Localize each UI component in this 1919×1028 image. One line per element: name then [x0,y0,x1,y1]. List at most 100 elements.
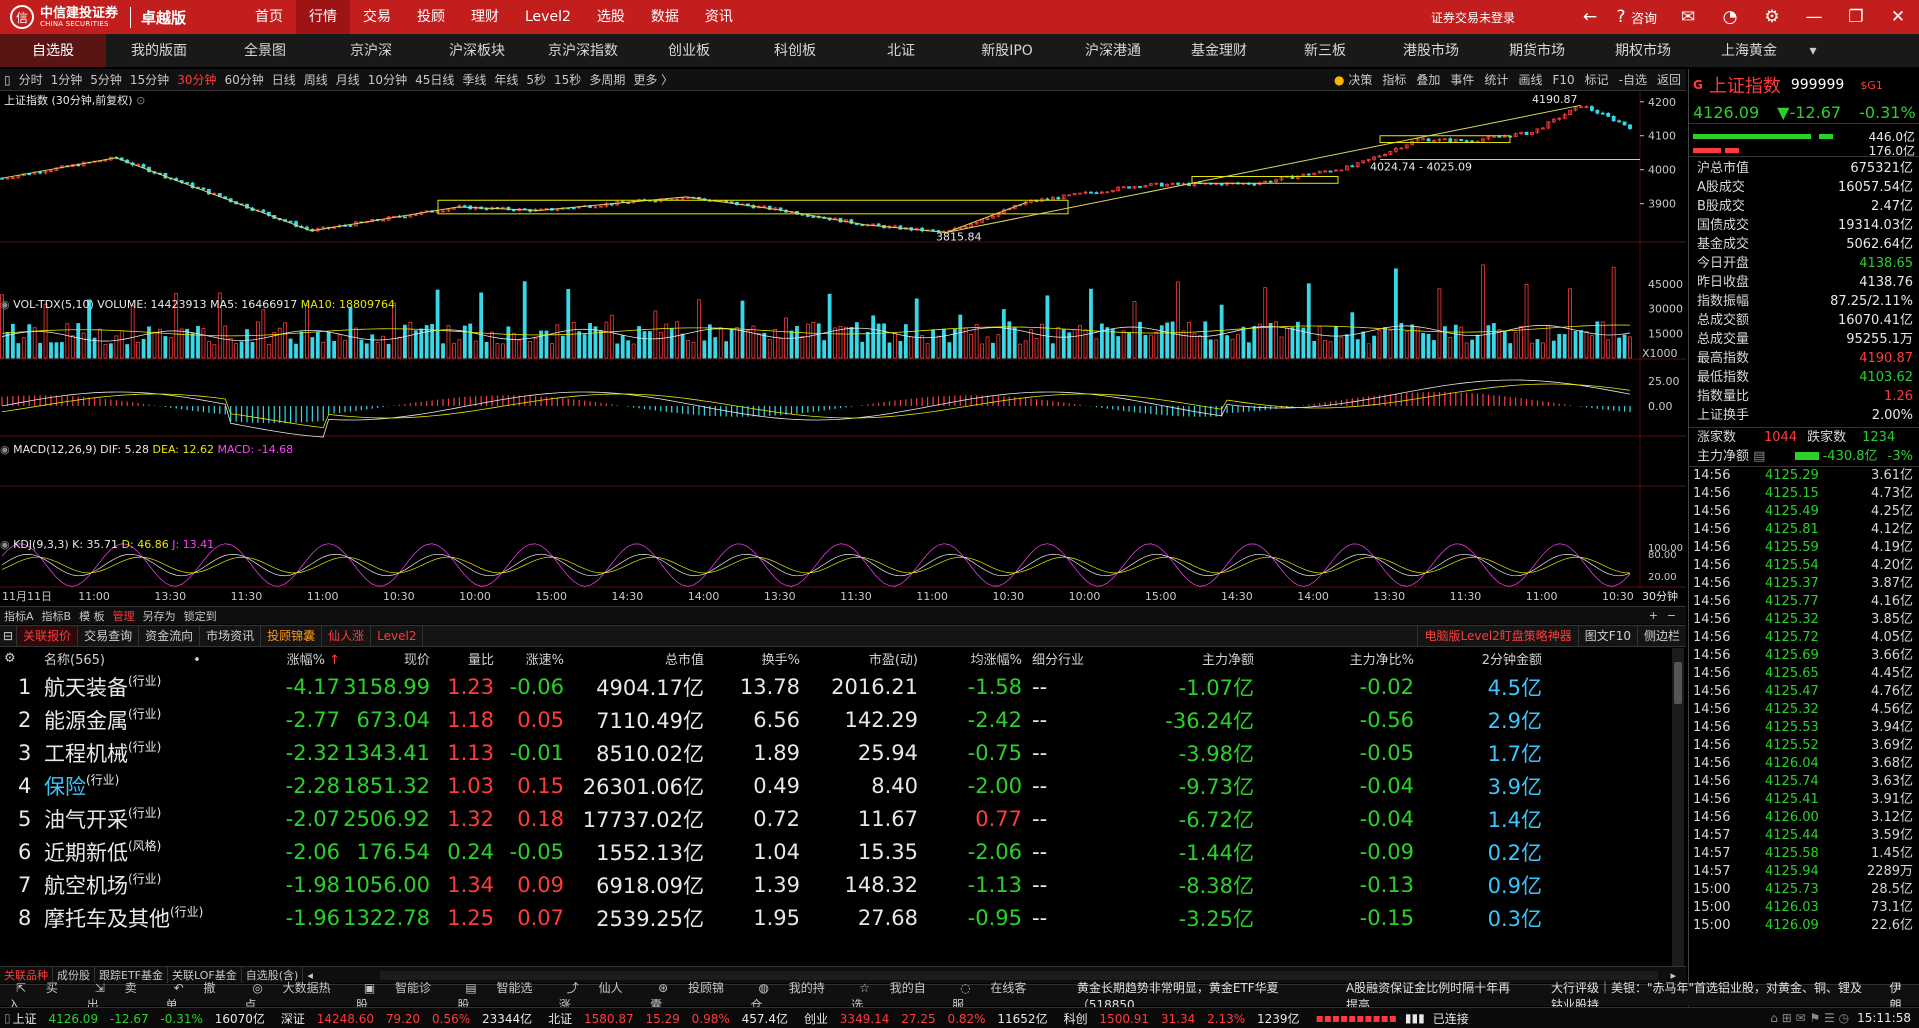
pie-chart-icon[interactable]: ◔ [1709,7,1751,27]
chart-options-icon[interactable]: ⊙ [136,94,145,107]
mkt-tab-sectors[interactable]: 沪深板块 [424,34,530,67]
mkt-tab-watchlist[interactable]: 自选股 [0,34,106,67]
mkt-tab-neeq[interactable]: 新三板 [1272,34,1378,67]
tool-overlay[interactable]: 叠加 [1411,69,1445,91]
minimize-icon[interactable]: — [1793,7,1835,27]
tool-indicator[interactable]: 指标 [1377,69,1411,91]
table-row[interactable]: 7 航空机场(行业) -1.98 1056.00 1.34 0.09 6918.09亿 1.3… [0,868,1672,901]
row-name[interactable]: 航空机场(行业) [44,870,278,900]
col-main-flow[interactable]: 主力净额 [1152,649,1254,668]
row-name[interactable]: 工程机械(行业) [44,738,278,768]
close-icon[interactable]: ✕ [1877,7,1919,27]
consult-button[interactable]: 咨询 [1631,8,1657,27]
index-sh[interactable]: 上证 4126.09 -12.67 -0.31% 16070亿 [13,1010,273,1027]
period-5min[interactable]: 5分钟 [86,69,126,91]
period-weekly[interactable]: 周线 [300,69,332,91]
tab-market-news[interactable]: 市场资讯 [200,626,262,646]
collapse-icon[interactable]: ⊟ [0,626,18,646]
remove-icon[interactable]: − [1663,609,1680,622]
sidebar-tab[interactable]: 侧边栏 [1636,626,1686,646]
period-yearly[interactable]: 年线 [490,69,522,91]
period-more[interactable]: 更多 〉 [629,69,677,91]
nav-advisor[interactable]: 投顾 [404,0,458,34]
indicator-a-tab[interactable]: 指标A [0,608,38,624]
col-mktcap[interactable]: 总市值 [564,649,704,668]
tab-xianrenzhang[interactable]: 仙人涨 [322,626,372,646]
nav-data[interactable]: 数据 [638,0,692,34]
row-name[interactable]: 航天装备(行业) [44,672,278,702]
tab-advisor-kit[interactable]: 投顾锦囊 [261,626,323,646]
settings-icon[interactable]: ⚙ [0,651,44,666]
more-markets-chevron-icon[interactable]: ▾ [1802,34,1824,67]
period-5sec[interactable]: 5秒 [522,69,550,91]
mail-icon[interactable]: ✉ [1667,7,1709,27]
row-name[interactable]: 油气开采(行业) [44,804,278,834]
status-tools-icons[interactable]: ⌂ ⊞ ✉ ⚑ ☰ ◷ [1770,1011,1849,1025]
nav-level2[interactable]: Level2 [512,0,584,34]
row-name[interactable]: 摩托车及其他(行业) [44,903,278,933]
tool-back[interactable]: 返回 [1652,69,1686,91]
row-name[interactable]: 近期新低(风格) [44,837,278,867]
table-row[interactable]: 1 航天装备(行业) -4.17 3158.99 1.23 -0.06 4904.17亿 13… [0,670,1672,703]
tab-fund-flow[interactable]: 资金流向 [139,626,201,646]
scroll-thumb[interactable] [1674,662,1682,704]
col-speed[interactable]: 涨速% [494,649,564,668]
mkt-tab-bj-sh-sz[interactable]: 京沪深 [318,34,424,67]
period-1min[interactable]: 1分钟 [47,69,87,91]
mkt-tab-funds[interactable]: 基金理财 [1166,34,1272,67]
period-15sec[interactable]: 15秒 [550,69,585,91]
login-status[interactable]: 证券交易未登录 [1431,9,1515,26]
col-industry[interactable]: 细分行业 [1022,649,1152,668]
mkt-tab-futures[interactable]: 期货市场 [1484,34,1590,67]
settings-icon[interactable]: ⚙ [1751,7,1793,27]
table-row[interactable]: 4 保险(行业) -2.28 1851.32 1.03 0.15 26301.06亿 0.49… [0,769,1672,802]
restore-icon[interactable]: ❐ [1835,7,1877,27]
nav-trade[interactable]: 交易 [350,0,404,34]
tool-draw[interactable]: 画线 [1513,69,1547,91]
col-2min-amount[interactable]: 2分钟金额 [1414,649,1542,668]
lock-to-tab[interactable]: 锁定到 [180,608,221,624]
col-pct[interactable]: 涨幅% ↑ [278,649,340,668]
table-row[interactable]: 2 能源金属(行业) -2.77 673.04 1.18 0.05 7110.49亿 6.56… [0,703,1672,736]
mkt-tab-star[interactable]: 科创板 [742,34,848,67]
table-row[interactable]: 5 油气开采(行业) -2.07 2506.92 1.32 0.18 17737.02亿 0.… [0,802,1672,835]
kline-chart[interactable]: 4200 4100 4000 3900 4190.87 3815.84 4024.74 -… [0,91,1686,605]
tick-list[interactable]: 14:56 4125.29 3.61亿 14:56 4125.15 4.73亿 14:56 4… [1689,467,1919,935]
table-scrollbar[interactable] [1672,648,1684,968]
tab-related-quotes[interactable]: 关联报价 [17,626,79,646]
mkt-tab-bse[interactable]: 北证 [848,34,954,67]
panel-toggle-icon[interactable]: ▯ [0,69,15,91]
manage-tab[interactable]: 管理 [109,608,139,624]
period-monthly[interactable]: 月线 [332,69,364,91]
col-main-ratio[interactable]: 主力净比% [1254,649,1414,668]
tool-mark[interactable]: 标记 [1580,69,1614,91]
tab-level2[interactable]: Level2 [371,626,424,646]
mkt-tab-layout[interactable]: 我的版面 [106,34,212,67]
nav-stock-picker[interactable]: 选股 [584,0,638,34]
col-price[interactable]: 现价 [340,649,430,668]
period-quarterly[interactable]: 季线 [458,69,490,91]
mkt-tab-hk[interactable]: 港股市场 [1378,34,1484,67]
tool-stats[interactable]: 统计 [1479,69,1513,91]
period-60min[interactable]: 60分钟 [220,69,267,91]
col-turnover[interactable]: 换手% [704,649,800,668]
back-arrow-icon[interactable]: ← [1569,7,1611,27]
col-vol-ratio[interactable]: 量比 [430,649,494,668]
index-sz[interactable]: 深证 14248.60 79.20 0.56% 23344亿 [281,1010,540,1027]
period-45day[interactable]: 45日线 [411,69,458,91]
index-bz[interactable]: 北证 1580.87 15.29 0.98% 457.4亿 [548,1010,796,1027]
template-tab[interactable]: 模 板 [75,608,109,624]
table-row[interactable]: 6 近期新低(风格) -2.06 176.54 0.24 -0.05 1552.13亿 1.0… [0,835,1672,868]
row-name[interactable]: 能源金属(行业) [44,705,278,735]
index-cy[interactable]: 创业 3349.14 27.25 0.82% 11652亿 [804,1010,1056,1027]
mkt-tab-connect[interactable]: 沪深港通 [1060,34,1166,67]
period-daily[interactable]: 日线 [268,69,300,91]
period-15min[interactable]: 15分钟 [126,69,173,91]
tab-trade-query[interactable]: 交易查询 [78,626,140,646]
info-icon[interactable]: ▤ [1753,449,1765,464]
period-intraday[interactable]: 分时 [15,69,47,91]
mkt-tab-ipo[interactable]: 新股IPO [954,34,1060,67]
add-icon[interactable]: + [1645,609,1662,622]
mkt-tab-options[interactable]: 期权市场 [1590,34,1696,67]
level2-promo-link[interactable]: 电脑版Level2盯盘策略神器 [1417,626,1577,646]
